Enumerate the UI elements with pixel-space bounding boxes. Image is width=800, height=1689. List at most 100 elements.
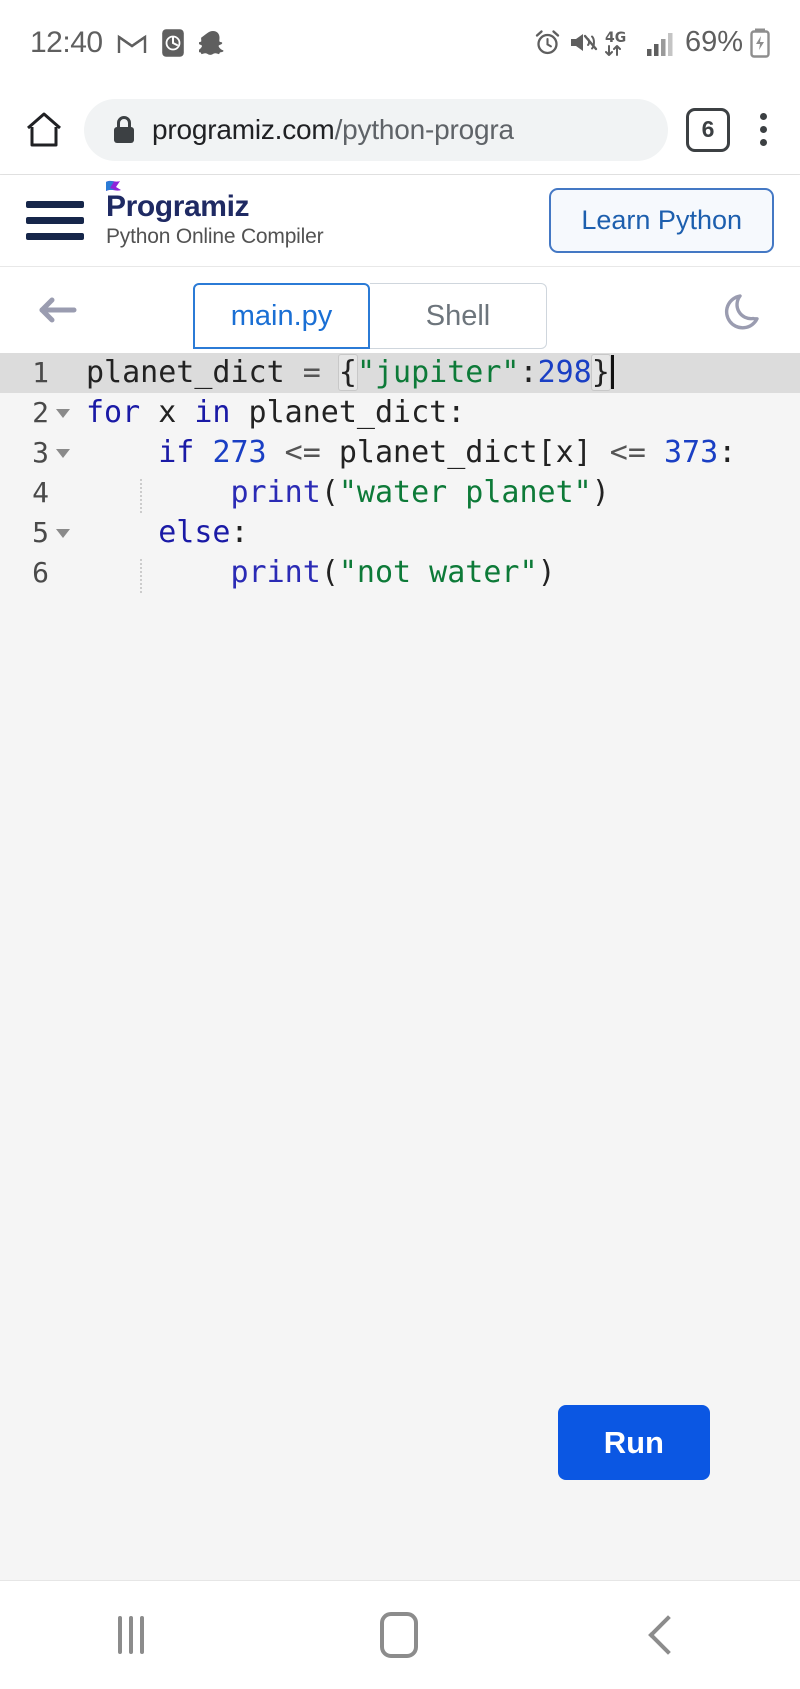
code-text-5: else: — [78, 513, 248, 553]
indent-guide — [140, 479, 142, 513]
home-icon[interactable] — [22, 108, 66, 152]
fold-arrow-icon[interactable] — [56, 528, 70, 538]
token-identifier: planet_dict[x] — [338, 435, 592, 470]
brand-block: Programiz Python Online Compiler — [106, 180, 324, 249]
snapchat-icon — [196, 29, 227, 57]
battery-charging-icon — [750, 28, 770, 58]
tab-main-py[interactable]: main.py — [193, 283, 370, 349]
code-line-3[interactable]: 3 if 273 <= planet_dict[x] <= 373: — [0, 433, 800, 473]
gutter-2: 2 — [0, 393, 78, 433]
code-text-4: print("water planet") — [78, 473, 610, 513]
token-keyword: in — [194, 395, 231, 430]
code-editor[interactable]: 1 planet_dict = {"jupiter":298} 2 for x … — [0, 353, 800, 1580]
code-text-3: if 273 <= planet_dict[x] <= 373: — [78, 433, 736, 473]
tab-shell[interactable]: Shell — [370, 283, 547, 349]
status-bar: 12:40 4G 69% — [0, 0, 800, 85]
code-line-4[interactable]: 4 print("water planet") — [0, 473, 800, 513]
address-bar[interactable]: programiz.com/python-progra — [84, 98, 668, 161]
back-button-icon[interactable] — [648, 1615, 688, 1655]
learn-python-button[interactable]: Learn Python — [549, 188, 774, 253]
alarm-icon — [534, 29, 561, 56]
hamburger-menu-icon[interactable] — [26, 201, 84, 240]
code-line-2[interactable]: 2 for x in planet_dict: — [0, 393, 800, 433]
code-line-5[interactable]: 5 else: — [0, 513, 800, 553]
brand-name-label: Programiz — [106, 190, 250, 223]
programiz-flag-icon — [106, 180, 121, 198]
token-paren-open: ( — [320, 475, 339, 510]
token-operator: <= — [266, 435, 339, 470]
token-operator: <= — [591, 435, 664, 470]
url-path: /python-progra — [334, 113, 514, 145]
home-button-icon[interactable] — [380, 1612, 418, 1658]
token-function: print — [230, 555, 321, 590]
url-domain: programiz.com — [152, 113, 335, 145]
token-identifier: planet_dict: — [230, 395, 466, 430]
vibrate-mute-icon — [568, 29, 598, 56]
token-string: "jupiter" — [356, 355, 520, 390]
token-brace-close: } — [590, 354, 611, 391]
status-bar-right: 4G 69% — [534, 26, 770, 59]
lock-icon — [112, 115, 136, 145]
code-line-1[interactable]: 1 planet_dict = {"jupiter":298} — [0, 353, 800, 393]
token-keyword: for — [86, 395, 141, 430]
svg-text:4G: 4G — [605, 30, 626, 46]
indent-guide — [140, 559, 142, 593]
editor-tab-bar: main.py Shell — [0, 267, 800, 353]
android-navigation-bar — [0, 1580, 800, 1689]
signal-bars-icon — [646, 29, 674, 57]
token-operator: = — [302, 355, 339, 390]
line-number: 3 — [32, 436, 49, 469]
recent-apps-icon[interactable] — [118, 1616, 144, 1654]
fold-arrow-icon[interactable] — [56, 408, 70, 418]
text-cursor — [610, 355, 614, 389]
line-number: 5 — [32, 516, 49, 549]
phone-screen: 12:40 4G 69% programiz.com/python-progra… — [0, 0, 800, 1689]
site-header: Programiz Python Online Compiler Learn P… — [0, 175, 800, 267]
kebab-menu-icon[interactable] — [748, 113, 778, 146]
gutter-5: 5 — [0, 513, 78, 553]
network-4g-icon: 4G — [604, 28, 639, 58]
token-colon: : — [718, 435, 737, 470]
code-lines: 1 planet_dict = {"jupiter":298} 2 for x … — [0, 353, 800, 593]
gutter-6: 6 — [0, 553, 78, 593]
battery-percent-label: 69% — [684, 26, 743, 58]
code-text-1: planet_dict = {"jupiter":298} — [78, 353, 614, 393]
token-number: 298 — [537, 355, 592, 390]
token-string: "not water" — [338, 555, 538, 590]
token-paren-close: ) — [591, 475, 610, 510]
programiz-logo[interactable]: Programiz — [106, 180, 323, 223]
line-number: 6 — [32, 556, 49, 589]
status-bar-left: 12:40 — [30, 26, 227, 60]
site-subtitle: Python Online Compiler — [106, 225, 324, 248]
back-arrow-icon[interactable] — [30, 283, 84, 337]
gutter-3: 3 — [0, 433, 78, 473]
token-keyword: if — [158, 435, 213, 470]
code-line-6[interactable]: 6 print("not water") — [0, 553, 800, 593]
token-identifier: x — [140, 395, 195, 430]
url-text: programiz.com/python-progra — [152, 114, 514, 146]
status-bar-clock: 12:40 — [30, 25, 103, 59]
clock-app-icon — [161, 28, 185, 58]
token-number: 373 — [664, 435, 719, 470]
token-string: "water planet" — [338, 475, 592, 510]
run-button[interactable]: Run — [557, 1405, 710, 1480]
moon-icon[interactable] — [720, 285, 770, 335]
fold-arrow-icon[interactable] — [56, 448, 70, 458]
gutter-4: 4 — [0, 473, 78, 513]
token-paren-close: ) — [537, 555, 556, 590]
code-text-6: print("not water") — [78, 553, 556, 593]
line-number: 4 — [32, 476, 49, 509]
tab-count-button[interactable]: 6 — [686, 107, 730, 152]
token-identifier: planet_dict — [86, 355, 303, 390]
token-colon: : — [519, 355, 538, 390]
token-paren-open: ( — [320, 555, 339, 590]
token-function: print — [230, 475, 321, 510]
line-number: 1 — [32, 356, 49, 389]
gutter-1: 1 — [0, 353, 78, 393]
code-text-2: for x in planet_dict: — [78, 393, 465, 433]
token-keyword: else — [158, 515, 231, 550]
